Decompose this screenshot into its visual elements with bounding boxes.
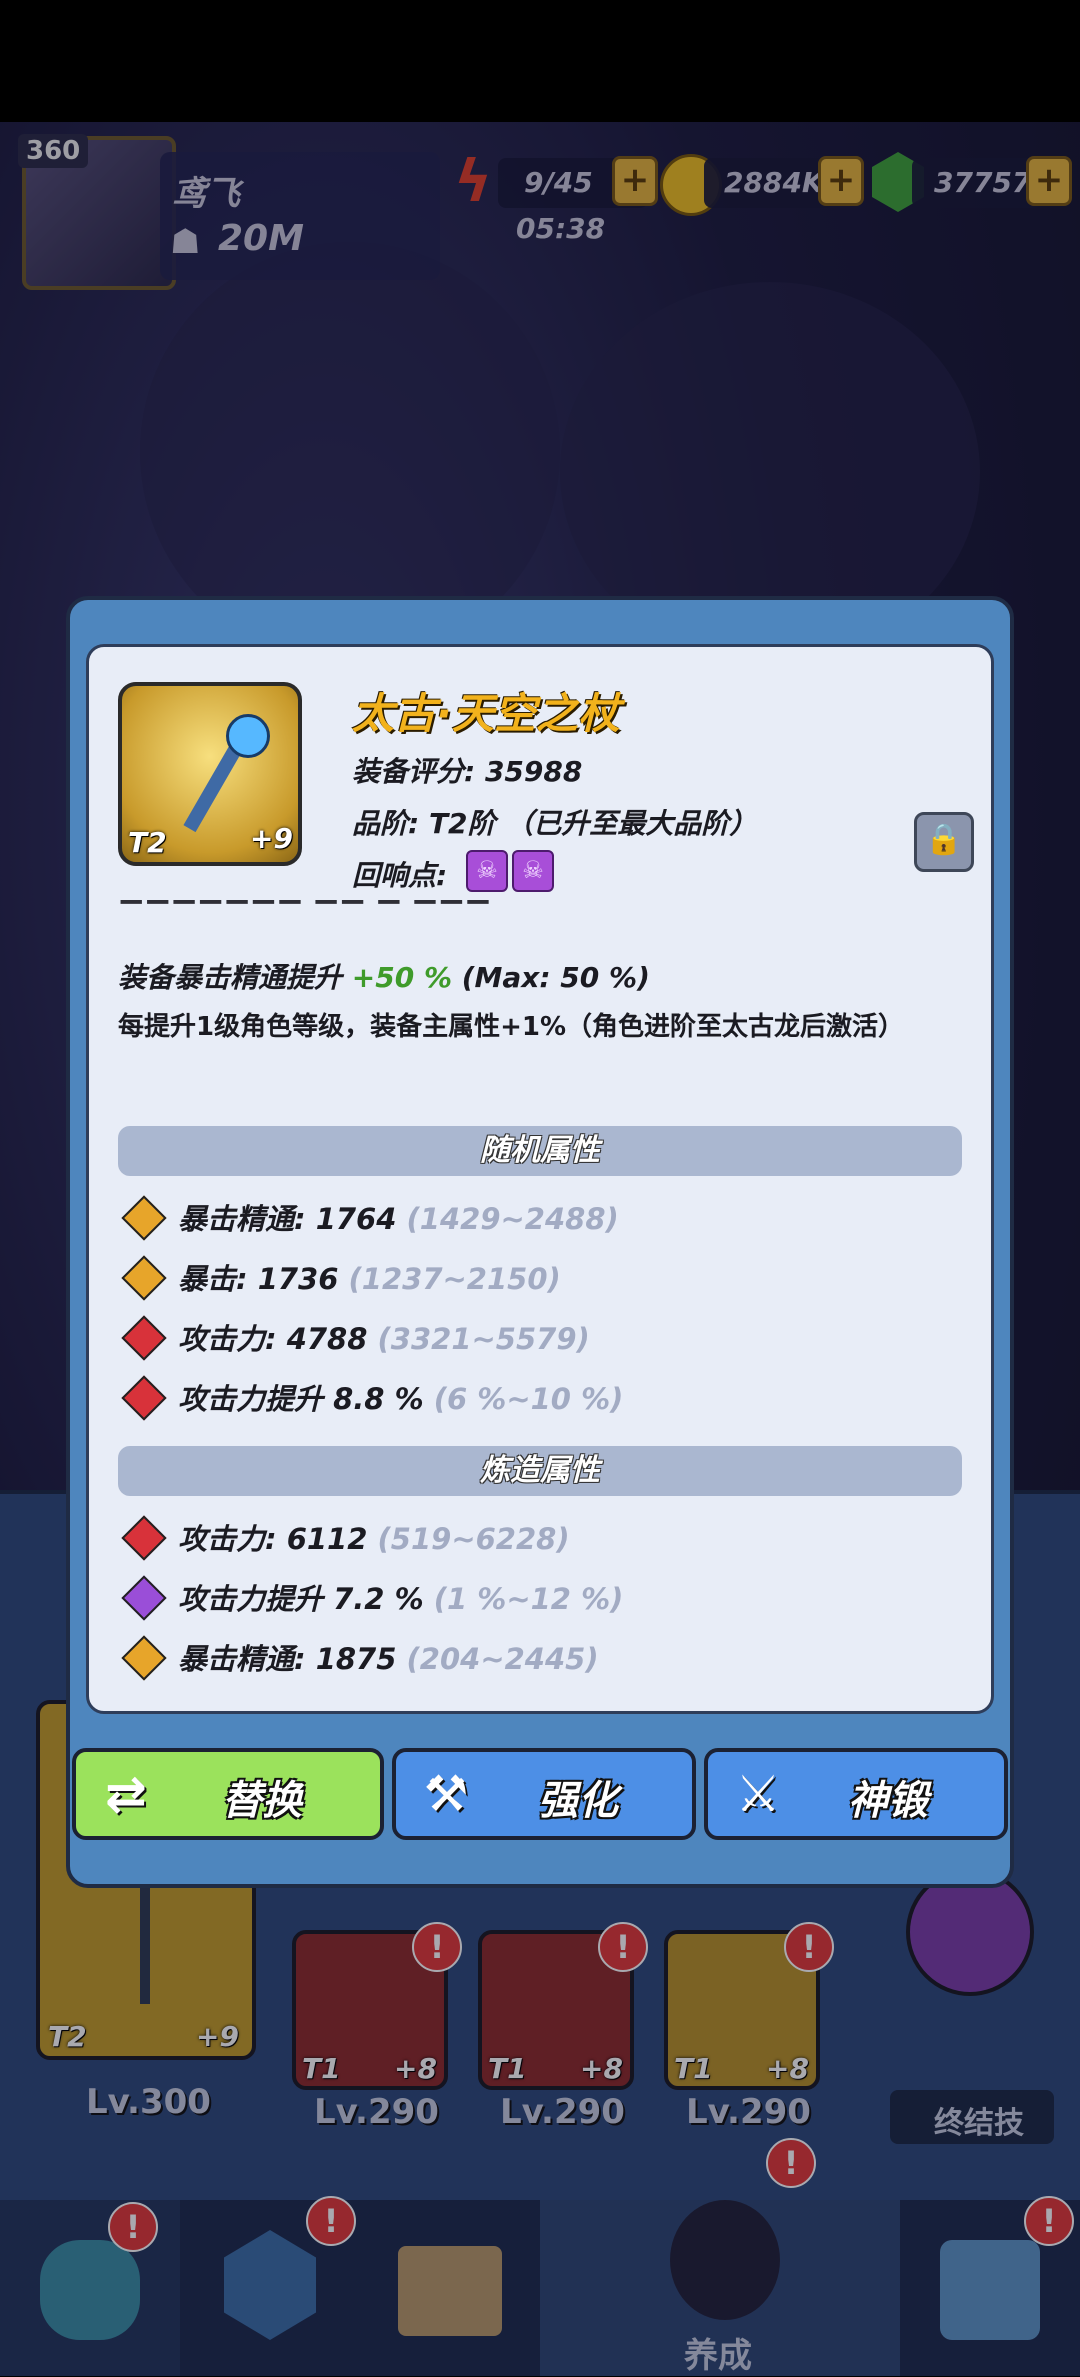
level-bonus-text: 每提升1级角色等级，装备主属性+1%（角色进阶至太古龙后激活）: [118, 1012, 905, 1042]
crit-mastery-boost-label: 装备暴击精通提升: [118, 961, 343, 994]
divine-forge-label: 神锻: [848, 1778, 928, 1824]
sword-icon: ⚔: [735, 1765, 781, 1823]
forge-attr-3-value: 暴击精通: 1875: [178, 1642, 397, 1676]
skull-icon: ☠: [512, 850, 554, 892]
forge-attr-1-range: (519~6228): [377, 1522, 570, 1556]
random-attributes-header: 随机属性: [118, 1126, 962, 1176]
random-attr-3-range: (3321~5579): [377, 1322, 590, 1356]
forge-attr-2-value: 攻击力提升 7.2 %: [178, 1582, 424, 1616]
hammer-icon: ⚒: [423, 1765, 469, 1823]
random-attr-4-range: (6 %~10 %): [433, 1382, 624, 1416]
lock-icon: 🔒: [925, 822, 963, 857]
echo-points-label: 回响点:: [352, 859, 448, 892]
divine-forge-button[interactable]: ⚔ 神锻: [704, 1748, 1008, 1840]
sky-staff-icon: [182, 714, 270, 836]
replace-label: 替换: [222, 1778, 302, 1824]
crit-mastery-boost-value: +50 %: [351, 961, 452, 994]
random-attr-4-value: 攻击力提升 8.8 %: [178, 1382, 424, 1416]
equipment-grade: 品阶: T2阶 （已升至最大品阶）: [352, 807, 758, 840]
equipment-icon: T2 +9: [118, 682, 302, 866]
equipment-enhance-level: +9: [250, 822, 293, 855]
skull-icon: ☠: [466, 850, 508, 892]
enhance-label: 强化: [538, 1778, 618, 1824]
lock-button[interactable]: 🔒: [914, 812, 974, 872]
forge-attr-2-range: (1 %~12 %): [433, 1582, 624, 1616]
random-attr-3: 攻击力: 4788 (3321~5579): [178, 1316, 590, 1358]
equipment-name: 太古·天空之杖: [352, 689, 620, 738]
forge-attr-2: 攻击力提升 7.2 % (1 %~12 %): [178, 1576, 623, 1618]
random-attr-1-value: 暴击精通: 1764: [178, 1202, 397, 1236]
forge-attr-3: 暴击精通: 1875 (204~2445): [178, 1636, 599, 1678]
equipment-tier-badge: T2: [128, 826, 167, 859]
status-bar: [0, 0, 1080, 122]
random-attr-4: 攻击力提升 8.8 % (6 %~10 %): [178, 1376, 623, 1418]
enhance-button[interactable]: ⚒ 强化: [392, 1748, 696, 1840]
forge-attr-1: 攻击力: 6112 (519~6228): [178, 1516, 570, 1558]
crit-mastery-boost-max: (Max: 50 %): [461, 961, 650, 994]
forge-attr-1-value: 攻击力: 6112: [178, 1522, 368, 1556]
clipped-previous-line: ▬▬▬▬▬▬▬ ▬▬ ▬ ▬▬▬: [118, 900, 491, 913]
swap-arrows-icon: ⇄: [105, 1765, 147, 1823]
random-attr-2-range: (1237~2150): [348, 1262, 561, 1296]
forge-attributes-header: 炼造属性: [118, 1446, 962, 1496]
forge-attr-3-range: (204~2445): [406, 1642, 599, 1676]
crit-mastery-boost: 装备暴击精通提升 +50 % (Max: 50 %): [118, 956, 650, 996]
replace-button[interactable]: ⇄ 替换: [72, 1748, 384, 1840]
random-attr-1-range: (1429~2488): [406, 1202, 619, 1236]
random-attr-3-value: 攻击力: 4788: [178, 1322, 368, 1356]
random-attr-1: 暴击精通: 1764 (1429~2488): [178, 1196, 619, 1238]
random-attr-2: 暴击: 1736 (1237~2150): [178, 1256, 561, 1298]
equipment-score: 装备评分: 35988: [352, 755, 583, 788]
random-attr-2-value: 暴击: 1736: [178, 1262, 339, 1296]
